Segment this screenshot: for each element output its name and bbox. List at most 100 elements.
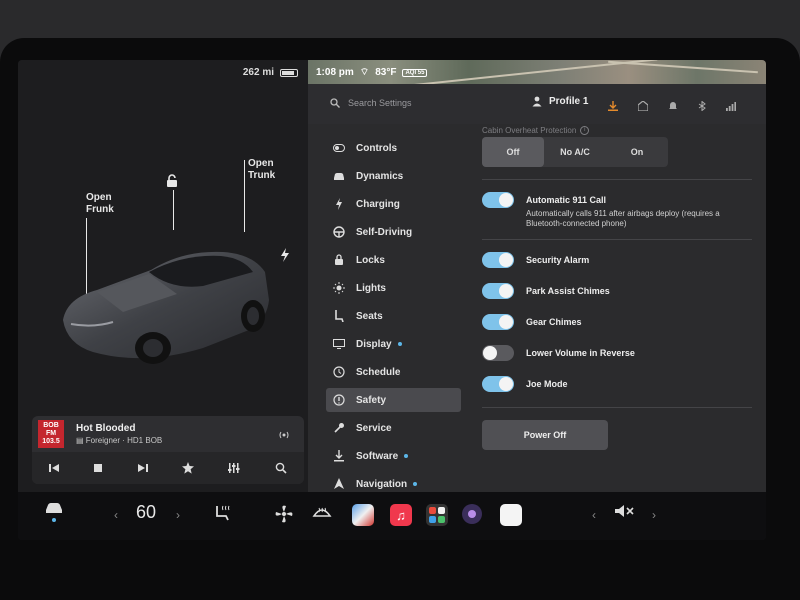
sidebar-item-safety[interactable]: Safety [326,388,461,412]
security-alarm-label: Security Alarm [526,255,590,265]
park-assist-chimes-toggle[interactable] [482,283,514,299]
sidebar-item-charging[interactable]: Charging [326,192,461,216]
windshield-defrost-icon[interactable] [312,504,332,520]
next-track-icon[interactable] [137,463,148,473]
media-player: BOB FM 103.5 Hot Blooded ▤ Foreigner · H… [32,416,304,484]
search-input[interactable]: Search Settings [348,98,412,108]
sidebar-item-lights[interactable]: Lights [326,276,461,300]
sidebar-item-label: Schedule [356,366,401,378]
overheat-protection-label: Cabin Overheat Protection i [482,126,752,135]
sun-icon [332,282,346,294]
power-off-button[interactable]: Power Off [482,420,608,450]
mute-volume-icon[interactable] [614,504,634,518]
open-frunk-link[interactable]: Open Frunk [86,192,114,216]
update-dot [413,482,418,486]
display-icon [332,339,346,349]
lte-signal-icon [726,98,736,116]
sidebar-item-self-driving[interactable]: Self-Driving [326,220,461,244]
profile-button[interactable]: Profile 1 [532,96,588,107]
calendar-app-icon[interactable] [500,504,522,526]
sidebar-item-service[interactable]: Service [326,416,461,440]
search-settings[interactable]: Search Settings [330,98,412,108]
update-dot [397,342,402,346]
sidebar-item-schedule[interactable]: Schedule [326,360,461,384]
unlock-icon[interactable] [166,174,178,193]
range-text: 262 mi [242,67,274,78]
joe-mode-toggle[interactable] [482,376,514,392]
sidebar-item-label: Software [356,450,399,462]
temp-up-icon[interactable]: › [176,508,180,522]
safety-toggles: Security Alarm Park Assist Chimes Gear Chi… [482,252,752,392]
sidebar-item-controls[interactable]: Controls [326,136,461,160]
search-media-icon[interactable] [275,462,287,474]
settings-header: Search Settings Profile 1 [308,84,766,124]
dashcam-app-icon[interactable] [462,504,482,524]
bolt-icon [332,198,346,210]
sidebar-item-locks[interactable]: Locks [326,248,461,272]
aqi-badge: AQI 55 [402,68,428,77]
park-assist-chimes-label: Park Assist Chimes [526,286,610,296]
sidebar-item-seats[interactable]: Seats [326,304,461,328]
volume-down-icon[interactable]: ‹ [592,508,596,522]
divider [482,179,752,180]
temp-down-icon[interactable]: ‹ [114,508,118,522]
lower-volume-in-reverse-row: Lower Volume in Reverse [482,345,752,361]
car-pane: 262 mi Open Frunk Open Trunk BOB FM 103.… [18,60,308,492]
volume-up-icon[interactable]: › [652,508,656,522]
sidebar-item-label: Lights [356,282,386,294]
sidebar-item-dynamics[interactable]: Dynamics [326,164,461,188]
artist-text: ▤ Foreigner · HD1 BOB [76,436,163,445]
wrench-icon [332,422,346,434]
active-dot [52,518,56,522]
garage-icon[interactable] [637,98,649,116]
signal-icon: ⌔ [359,67,370,78]
stop-icon[interactable] [93,463,103,473]
sidebar-item-label: Locks [356,254,385,266]
safety-icon [332,394,346,406]
favorite-star-icon[interactable] [182,462,195,474]
open-trunk-link[interactable]: Open Trunk [248,158,275,182]
seat-heater-icon[interactable] [214,504,232,522]
camera-app-icon[interactable] [352,504,374,526]
overheat-option-off[interactable]: Off [482,137,544,167]
equalizer-icon[interactable] [228,462,240,474]
lower-volume-in-reverse-toggle[interactable] [482,345,514,361]
safety-settings: Cabin Overheat Protection i Off No A/C On … [482,124,752,450]
bluetooth-icon[interactable] [698,98,706,116]
car-model-y-image [63,251,269,364]
previous-track-icon[interactable] [49,463,60,473]
sidebar-item-display[interactable]: Display [326,332,461,356]
app-launcher-icon[interactable] [426,504,448,526]
battery-icon [280,68,298,77]
music-app-icon[interactable]: ♫ [390,504,412,526]
lower-volume-in-reverse-label: Lower Volume in Reverse [526,348,635,358]
navigation-icon [332,478,346,490]
info-icon[interactable]: i [580,126,590,135]
settings-panel: Search Settings Profile 1 Controls Dynami… [308,84,766,492]
status-bar: 1:08 pm ⌔ 83°F AQI 55 [316,66,428,79]
radio-source-icon[interactable] [278,428,290,446]
overheat-option-no-a-c[interactable]: No A/C [544,137,606,167]
joe-mode-row: Joe Mode [482,376,752,392]
divider [482,407,752,408]
automatic-911-row: Automatic 911 Call Automatically calls 9… [482,192,752,229]
profile-icon [532,96,542,107]
charge-port-icon[interactable] [280,248,290,267]
overheat-protection-selector: Off No A/C On [482,137,668,167]
cabin-temperature[interactable]: 60 [136,502,156,523]
fan-icon[interactable] [274,504,294,524]
radio-icon: ▤ [76,436,86,445]
download-icon[interactable] [608,98,618,116]
range-indicator: 262 mi [243,67,298,78]
joe-mode-label: Joe Mode [526,379,568,389]
automatic-911-toggle[interactable] [482,192,514,208]
sidebar-item-software[interactable]: Software [326,444,461,468]
gear-chimes-toggle[interactable] [482,314,514,330]
bottom-dock: ‹ 60 › ♫ ‹ › [18,492,766,540]
profile-name: Profile 1 [549,96,589,107]
car-dock-icon[interactable] [44,502,64,522]
security-alarm-toggle[interactable] [482,252,514,268]
bell-icon[interactable] [668,98,678,116]
update-dot [404,454,409,458]
overheat-option-on[interactable]: On [606,137,668,167]
